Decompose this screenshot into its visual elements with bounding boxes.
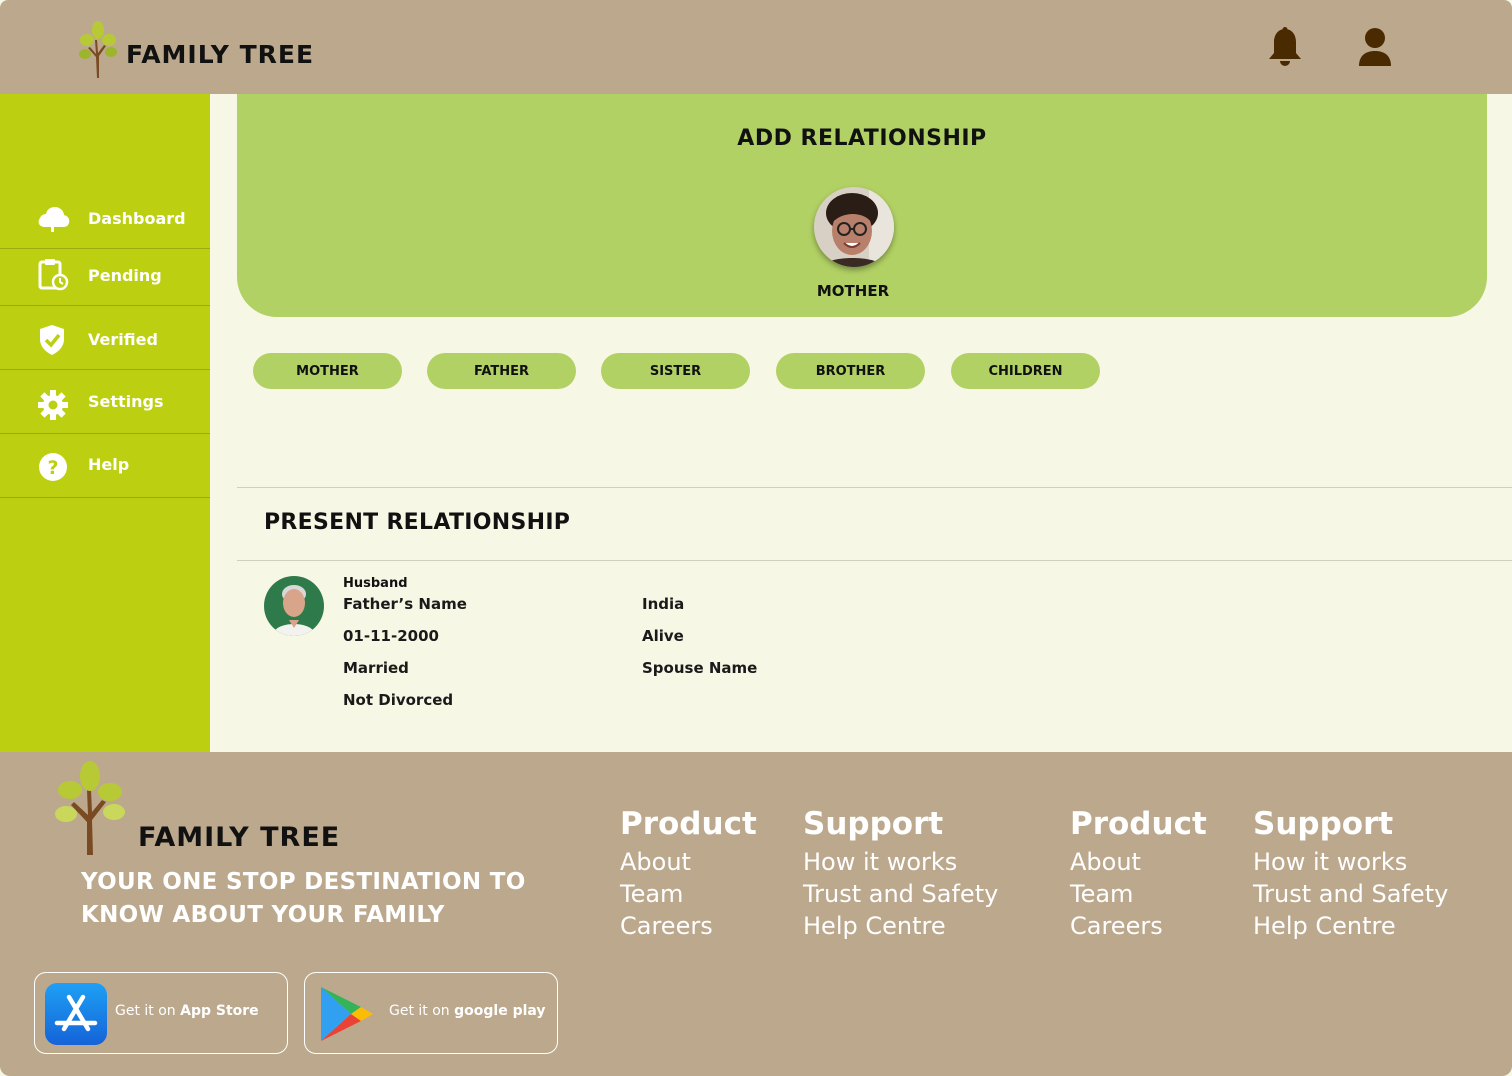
footer-tagline: YOUR ONE STOP DESTINATION TO KNOW ABOUT … <box>81 866 581 932</box>
relation-mother-button[interactable]: MOTHER <box>253 353 402 389</box>
svg-text:?: ? <box>47 457 58 479</box>
spouse-name: Spouse Name <box>642 659 758 677</box>
user-icon[interactable] <box>1355 26 1395 68</box>
man-portrait-icon <box>264 576 324 636</box>
sidebar-item-settings[interactable]: Settings <box>0 370 210 434</box>
woman-portrait-icon <box>814 187 894 267</box>
marital-status: Married <box>343 659 409 677</box>
footer-link-team[interactable]: Team <box>620 878 757 910</box>
tagline-line: YOUR ONE STOP DESTINATION TO <box>81 869 526 895</box>
question-icon: ? <box>39 453 67 481</box>
footer-link-about[interactable]: About <box>620 846 757 878</box>
footer-column-product: Product About Team Careers <box>620 806 757 942</box>
google-play-label: Get it on google play <box>389 1003 546 1019</box>
bell-icon[interactable] <box>1264 26 1306 68</box>
relation-brother-button[interactable]: BROTHER <box>776 353 925 389</box>
brand-name[interactable]: FAMILY TREE <box>126 40 314 69</box>
father-name: Father’s Name <box>343 595 467 613</box>
sidebar-item-label: Pending <box>88 266 162 285</box>
footer-column-product: Product About Team Careers <box>1070 806 1207 942</box>
gear-icon <box>38 390 68 420</box>
relation-children-button[interactable]: CHILDREN <box>951 353 1100 389</box>
footer-column-title: Product <box>620 806 757 842</box>
husband-avatar[interactable] <box>264 576 324 636</box>
footer-link-trust-safety[interactable]: Trust and Safety <box>1253 878 1448 910</box>
app-store-icon <box>45 983 107 1045</box>
footer-link-careers[interactable]: Careers <box>1070 910 1207 942</box>
divorce-status: Not Divorced <box>343 691 454 709</box>
cloud-icon <box>38 207 70 232</box>
sidebar: Dashboard Pending Verified Settings ? He… <box>0 94 210 752</box>
store-name: google play <box>454 1003 546 1019</box>
sidebar-item-verified[interactable]: Verified <box>0 306 210 370</box>
footer-link-help-centre[interactable]: Help Centre <box>1253 910 1448 942</box>
shield-check-icon <box>40 325 64 355</box>
footer-link-team[interactable]: Team <box>1070 878 1207 910</box>
sidebar-item-label: Dashboard <box>88 209 186 228</box>
top-bar: FAMILY TREE <box>0 0 1512 94</box>
footer-column-support: Support How it works Trust and Safety He… <box>803 806 998 942</box>
selected-relation-label: MOTHER <box>816 282 890 300</box>
present-relationship-title: PRESENT RELATIONSHIP <box>264 510 571 535</box>
section-divider <box>237 487 1512 488</box>
country: India <box>642 595 685 613</box>
footer-link-careers[interactable]: Careers <box>620 910 757 942</box>
tree-logo-icon <box>55 761 125 855</box>
tree-logo-icon <box>79 21 117 78</box>
footer-column-title: Support <box>803 806 944 842</box>
footer-link-about[interactable]: About <box>1070 846 1207 878</box>
footer-link-how-it-works[interactable]: How it works <box>803 846 998 878</box>
section-divider <box>237 560 1512 561</box>
sidebar-item-label: Help <box>88 455 130 474</box>
store-prefix: Get it on <box>389 1003 450 1019</box>
footer-column-support: Support How it works Trust and Safety He… <box>1253 806 1448 942</box>
mother-avatar[interactable] <box>814 187 894 267</box>
store-name: App Store <box>180 1003 259 1019</box>
app-store-button[interactable]: Get it on App Store <box>34 972 288 1054</box>
footer-link-help-centre[interactable]: Help Centre <box>803 910 998 942</box>
add-relationship-title: ADD RELATIONSHIP <box>737 126 987 151</box>
sidebar-item-label: Verified <box>88 330 158 349</box>
google-play-icon <box>321 987 373 1041</box>
footer-link-how-it-works[interactable]: How it works <box>1253 846 1448 878</box>
birth-date: 01-11-2000 <box>343 627 439 645</box>
footer-column-title: Support <box>1253 806 1394 842</box>
store-prefix: Get it on <box>115 1003 176 1019</box>
living-status: Alive <box>642 627 684 645</box>
footer-brand-name[interactable]: FAMILY TREE <box>138 822 340 853</box>
app-store-label: Get it on App Store <box>115 1003 259 1019</box>
sidebar-item-label: Settings <box>88 392 164 411</box>
sidebar-item-dashboard[interactable]: Dashboard <box>0 185 210 249</box>
tagline-line: KNOW ABOUT YOUR FAMILY <box>81 902 445 928</box>
footer: FAMILY TREE YOUR ONE STOP DESTINATION TO… <box>0 752 1512 1076</box>
footer-column-title: Product <box>1070 806 1207 842</box>
clipboard-clock-icon <box>38 259 69 291</box>
relation-father-button[interactable]: FATHER <box>427 353 576 389</box>
sidebar-item-pending[interactable]: Pending <box>0 242 210 306</box>
add-relationship-panel: ADD RELATIONSHIP MOTHER <box>237 94 1487 317</box>
relation-role: Husband <box>343 576 408 591</box>
footer-link-trust-safety[interactable]: Trust and Safety <box>803 878 998 910</box>
relation-sister-button[interactable]: SISTER <box>601 353 750 389</box>
google-play-button[interactable]: Get it on google play <box>304 972 558 1054</box>
sidebar-item-help[interactable]: ? Help <box>0 434 210 498</box>
